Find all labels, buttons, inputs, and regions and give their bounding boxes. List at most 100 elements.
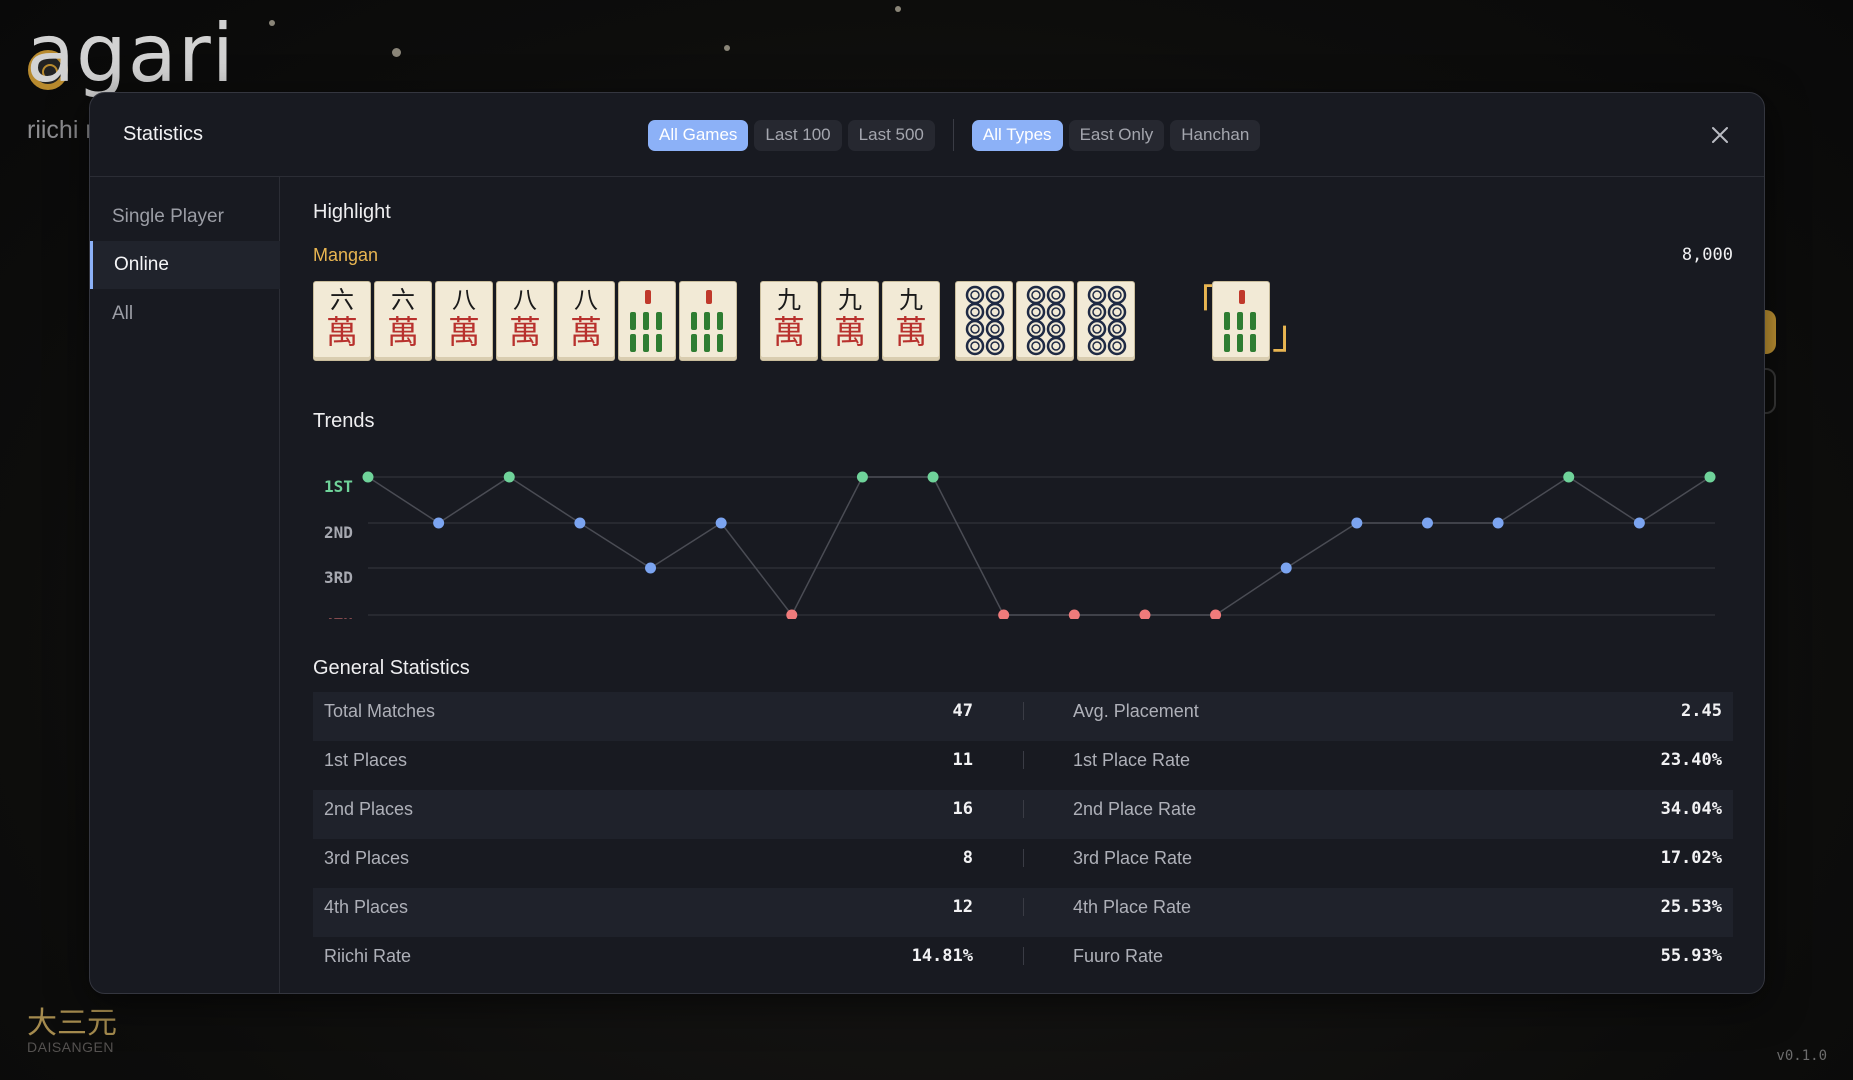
stat-value: 2.45 [1681, 701, 1722, 721]
trend-point [1210, 609, 1222, 619]
tile-rank: 九 [777, 286, 801, 314]
tile-suit: 萬 [325, 313, 358, 351]
tile-rank: 六 [391, 286, 415, 314]
row-divider [1023, 947, 1024, 965]
trend-point [1068, 609, 1080, 619]
stat-label: 1st Place Rate [1073, 750, 1191, 770]
trend-point [362, 471, 374, 483]
trend-point [503, 471, 515, 483]
hand-sou-tile [618, 281, 676, 361]
row-divider [1023, 898, 1024, 916]
trend-point [1280, 562, 1292, 574]
sidebar-item-all[interactable]: All [90, 290, 280, 338]
trends-title: Trends [313, 410, 375, 432]
stat-value: 23.40% [1660, 750, 1722, 770]
trend-point [1139, 609, 1151, 619]
tile-rank: 八 [513, 286, 537, 314]
filter-east-only[interactable]: East Only [1068, 119, 1165, 151]
close-icon[interactable] [1708, 123, 1732, 147]
trend-point [574, 517, 586, 529]
tile-rank: 八 [452, 286, 476, 314]
meld-pin-tile [955, 281, 1013, 361]
filter-all-games[interactable]: All Games [648, 119, 749, 151]
stat-label: 2nd Places [324, 799, 414, 819]
winning-sou-tile [1212, 281, 1270, 361]
tile-rank: 六 [330, 286, 354, 314]
trend-point [1351, 517, 1363, 529]
highlight-title: Highlight [313, 201, 391, 223]
tile-rank: 八 [574, 286, 598, 314]
version-label: v0.1.0 [1776, 1048, 1827, 1064]
hand-sou-tile [679, 281, 737, 361]
table-row: 1st Places 11 1st Place Rate 23.40% [313, 741, 1733, 790]
stats-content: Highlight Mangan 8,000 六萬六萬八萬八萬八萬九萬九萬九萬「… [313, 177, 1733, 993]
filter-all-types[interactable]: All Types [971, 119, 1063, 151]
trend-point [998, 609, 1010, 619]
stat-label: 1st Places [324, 750, 408, 770]
trend-point [927, 471, 939, 483]
tile-suit: 萬 [447, 313, 480, 351]
sidebar-item-single-player[interactable]: Single Player [90, 193, 280, 241]
hand-score: 8,000 [1681, 245, 1733, 265]
stat-value: 12 [952, 897, 973, 917]
sidebar-item-online[interactable]: Online [90, 241, 280, 289]
filter-last-100[interactable]: Last 100 [754, 119, 842, 151]
stat-label: 2nd Place Rate [1073, 799, 1197, 819]
trend-point [1492, 517, 1504, 529]
tile-suit: 萬 [386, 313, 419, 351]
filter-last-500[interactable]: Last 500 [847, 119, 935, 151]
trend-axis-label: 1ST [324, 477, 353, 496]
sidebar: Single Player Online All [90, 177, 280, 993]
app-logo: agari [26, 7, 235, 100]
footer-latin: DAISANGEN [27, 1039, 114, 1055]
trend-point [856, 471, 868, 483]
star-dot [269, 20, 275, 26]
general-statistics-title: General Statistics [313, 657, 470, 679]
stat-value: 11 [952, 750, 973, 770]
meld-man-tile: 九萬 [760, 281, 818, 361]
row-divider [1023, 751, 1024, 769]
trend-axis-label: 3RD [324, 568, 353, 587]
meld-man-tile: 九萬 [882, 281, 940, 361]
trend-point [715, 517, 727, 529]
table-row: Total Matches 47 Avg. Placement 2.45 [313, 692, 1733, 741]
stat-value: 16 [952, 799, 973, 819]
table-row: Riichi Rate 14.81% Fuuro Rate 55.93% [313, 937, 1733, 986]
stat-value: 17.02% [1660, 848, 1722, 868]
tile-rank: 九 [838, 286, 862, 314]
trend-point [1633, 517, 1645, 529]
meld-man-tile: 九萬 [821, 281, 879, 361]
filter-bar: All Games Last 100 Last 500 All Types Ea… [648, 119, 1261, 151]
hand-name: Mangan [313, 245, 379, 265]
meld-pin-tile [1077, 281, 1135, 361]
trend-point [1421, 517, 1433, 529]
trend-point [1704, 471, 1716, 483]
tile-suit: 萬 [833, 313, 866, 351]
row-divider [1023, 849, 1024, 867]
trend-series-line [367, 476, 1711, 617]
statistics-modal: Statistics All Games Last 100 Last 500 A… [89, 92, 1765, 994]
meld-pin-tile [1016, 281, 1074, 361]
stat-label: Riichi Rate [324, 946, 412, 966]
hand-man-tile: 八萬 [435, 281, 493, 361]
stat-value: 34.04% [1660, 799, 1722, 819]
trends-chart: 1ST 2ND 3RD 4TH [324, 471, 1716, 619]
stat-label: Total Matches [324, 701, 436, 721]
trend-point [433, 517, 445, 529]
general-statistics-table: Total Matches 47 Avg. Placement 2.45 1st Pla… [313, 692, 1733, 986]
trend-point [645, 562, 657, 574]
stat-value: 47 [952, 701, 973, 721]
tile-suit: 萬 [508, 313, 541, 351]
tile-suit: 萬 [569, 313, 602, 351]
stat-label: 4th Place Rate [1073, 897, 1192, 917]
star-dot [392, 48, 401, 57]
stat-value: 8 [962, 848, 973, 868]
filter-hanchan[interactable]: Hanchan [1170, 119, 1261, 151]
hand-man-tile: 六萬 [374, 281, 432, 361]
row-divider [1023, 702, 1024, 720]
star-dot [895, 6, 901, 12]
stat-value: 25.53% [1660, 897, 1722, 917]
trend-point [1563, 471, 1575, 483]
star-dot [724, 45, 730, 51]
stat-label: 3rd Place Rate [1073, 848, 1193, 868]
